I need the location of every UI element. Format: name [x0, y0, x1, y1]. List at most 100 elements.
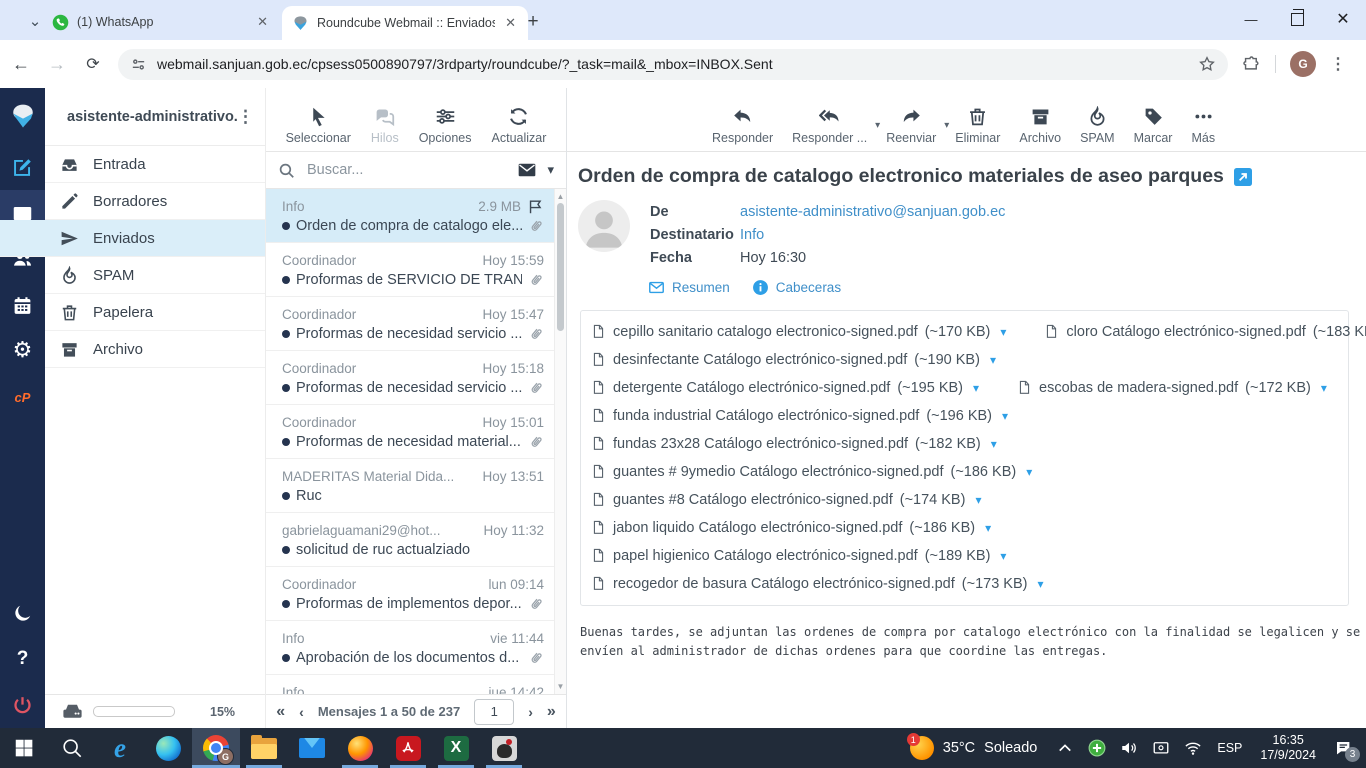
prev-page-button[interactable]: ‹ [299, 704, 304, 720]
message-row[interactable]: MADERITAS Material Dida...Hoy 13:51Ruc [266, 459, 566, 513]
scroll-down-icon[interactable]: ▼ [555, 682, 566, 691]
attachment-menu-caret-icon[interactable]: ▾ [1000, 325, 1006, 339]
rail-darkmode[interactable] [0, 590, 45, 636]
account-menu-icon[interactable]: ⋮ [237, 107, 255, 127]
mail-toolbar-reenviar[interactable]: Reenviar▾ [886, 106, 936, 145]
profile-avatar[interactable]: G [1290, 51, 1316, 77]
attachment-item[interactable]: cloro Catálogo electrónico-signed.pdf(~1… [1044, 323, 1366, 341]
attachment-menu-caret-icon[interactable]: ▾ [1037, 577, 1043, 591]
extensions-icon[interactable] [1242, 55, 1261, 74]
bookmark-star-icon[interactable] [1198, 55, 1216, 73]
search-scope-mail-icon[interactable] [517, 160, 537, 180]
clock[interactable]: 16:35 17/9/2024 [1250, 733, 1326, 763]
rail-calendar[interactable] [0, 282, 45, 328]
message-row[interactable]: CoordinadorHoy 15:01Proformas de necesid… [266, 405, 566, 459]
attachment-menu-caret-icon[interactable]: ▾ [973, 381, 979, 395]
rail-compose[interactable] [0, 144, 45, 190]
message-row[interactable]: Infojue 14:42 [266, 675, 566, 694]
restore-button[interactable] [1274, 0, 1320, 38]
language-indicator[interactable]: ESP [1209, 741, 1250, 755]
message-row[interactable]: Infovie 11:44Aprobación de los documento… [266, 621, 566, 675]
rail-settings[interactable]: ⚙ [0, 328, 45, 374]
attachment-item[interactable]: detergente Catálogo electrónico-signed.p… [591, 379, 979, 397]
attachment-menu-caret-icon[interactable]: ▾ [1002, 409, 1008, 423]
attachment-item[interactable]: guantes # 9ymedio Catálogo electrónico-s… [591, 463, 1032, 481]
sidebar-item-enviados[interactable]: Enviados [0, 220, 265, 257]
rail-logout[interactable] [0, 682, 45, 728]
attachment-menu-caret-icon[interactable]: ▾ [1026, 465, 1032, 479]
sidebar-item-archivo[interactable]: Archivo [45, 331, 265, 368]
address-bar[interactable]: webmail.sanjuan.gob.ec/cpsess0500890797/… [118, 49, 1228, 80]
attachment-menu-caret-icon[interactable]: ▾ [1000, 549, 1006, 563]
attachment-item[interactable]: fundas 23x28 Catálogo electrónico-signed… [591, 435, 997, 453]
mail-toolbar-responder[interactable]: Responder ...▾ [792, 106, 867, 145]
taskbar-acrobat-icon[interactable] [384, 728, 432, 768]
cabeceras-link[interactable]: Cabeceras [752, 279, 841, 296]
sidebar-item-spam[interactable]: SPAM [45, 257, 265, 294]
close-button[interactable]: ✕ [1320, 0, 1366, 38]
tray-volume-icon[interactable] [1113, 728, 1145, 768]
attachment-item[interactable]: escobas de madera-signed.pdf(~172 KB)▾ [1017, 379, 1327, 397]
taskbar-start-icon[interactable] [0, 728, 48, 768]
list-toolbar-actualizar[interactable]: Actualizar [492, 106, 547, 145]
tray-display-icon[interactable] [1145, 728, 1177, 768]
scroll-up-icon[interactable]: ▲ [555, 192, 566, 201]
taskbar-mail-app-icon[interactable] [288, 728, 336, 768]
page-number-input[interactable] [474, 699, 514, 725]
taskbar-firefox-icon[interactable] [336, 728, 384, 768]
attachment-menu-caret-icon[interactable]: ▾ [1321, 381, 1327, 395]
attachment-menu-caret-icon[interactable]: ▾ [991, 437, 997, 451]
next-page-button[interactable]: › [528, 704, 533, 720]
attachment-item[interactable]: jabon liquido Catálogo electrónico-signe… [591, 519, 991, 537]
mail-toolbar-archivo[interactable]: Archivo [1019, 106, 1061, 145]
new-tab-button[interactable]: + [520, 9, 546, 35]
message-row[interactable]: CoordinadorHoy 15:47Proformas de necesid… [266, 297, 566, 351]
taskbar-edge-icon[interactable] [144, 728, 192, 768]
sidebar-item-papelera[interactable]: Papelera [45, 294, 265, 331]
attachment-menu-caret-icon[interactable]: ▾ [990, 353, 996, 367]
taskbar-ie-icon[interactable]: e [96, 728, 144, 768]
browser-menu-icon[interactable]: ⋮ [1330, 54, 1347, 74]
mail-toolbar-más[interactable]: Más [1191, 106, 1215, 145]
tray-chevron-up-icon[interactable] [1049, 728, 1081, 768]
sidebar-item-borradores[interactable]: Borradores [45, 183, 265, 220]
site-settings-icon[interactable] [130, 56, 147, 73]
attachment-item[interactable]: papel higienico Catálogo electrónico-sig… [591, 547, 1006, 565]
attachment-item[interactable]: desinfectante Catálogo electrónico-signe… [591, 351, 996, 369]
open-external-icon[interactable] [1234, 168, 1252, 186]
list-toolbar-seleccionar[interactable]: Seleccionar [286, 106, 351, 145]
attachment-item[interactable]: recogedor de basura Catálogo electrónico… [591, 575, 1044, 593]
rail-logo[interactable] [0, 88, 45, 144]
attachment-menu-caret-icon[interactable]: ▾ [985, 521, 991, 535]
resumen-link[interactable]: Resumen [648, 279, 730, 296]
taskbar-chrome-icon[interactable]: G [192, 728, 240, 768]
dropdown-caret-icon[interactable]: ▾ [875, 120, 880, 131]
tray-antivirus-icon[interactable] [1081, 728, 1113, 768]
action-center-button[interactable]: 3 [1326, 728, 1366, 768]
minimize-button[interactable]: — [1228, 0, 1274, 38]
taskbar-java-icon[interactable] [480, 728, 528, 768]
mail-toolbar-responder[interactable]: Responder [712, 106, 773, 145]
message-row[interactable]: Info2.9 MBOrden de compra de catalogo el… [266, 189, 566, 243]
message-row[interactable]: CoordinadorHoy 15:59Proformas de SERVICI… [266, 243, 566, 297]
mail-toolbar-eliminar[interactable]: Eliminar [955, 106, 1000, 145]
field-value-link[interactable]: asistente-administrativo@sanjuan.gob.ec [740, 204, 1005, 220]
mail-toolbar-spam[interactable]: SPAM [1080, 106, 1115, 145]
tab-close-icon[interactable]: ✕ [503, 15, 518, 31]
dropdown-caret-icon[interactable]: ▾ [944, 120, 949, 131]
tab-roundcube[interactable]: Roundcube Webmail :: Enviados ✕ [282, 6, 528, 40]
forward-button[interactable]: → [42, 49, 72, 79]
sidebar-item-entrada[interactable]: Entrada [45, 146, 265, 183]
message-row[interactable]: gabrielaguamani29@hot...Hoy 11:32solicit… [266, 513, 566, 567]
rail-help[interactable]: ? [0, 636, 45, 682]
mail-toolbar-marcar[interactable]: Marcar [1134, 106, 1173, 145]
attachment-menu-caret-icon[interactable]: ▾ [975, 493, 981, 507]
message-row[interactable]: CoordinadorHoy 15:18Proformas de necesid… [266, 351, 566, 405]
first-page-button[interactable]: « [276, 703, 285, 721]
tab-close-icon[interactable]: ✕ [255, 14, 270, 30]
taskbar-explorer-icon[interactable] [240, 728, 288, 768]
weather-widget[interactable]: 1 35°C Soleado [898, 736, 1050, 760]
scroll-thumb[interactable] [557, 203, 564, 331]
tray-wifi-icon[interactable] [1177, 728, 1209, 768]
list-scrollbar[interactable]: ▲ ▼ [554, 189, 566, 694]
